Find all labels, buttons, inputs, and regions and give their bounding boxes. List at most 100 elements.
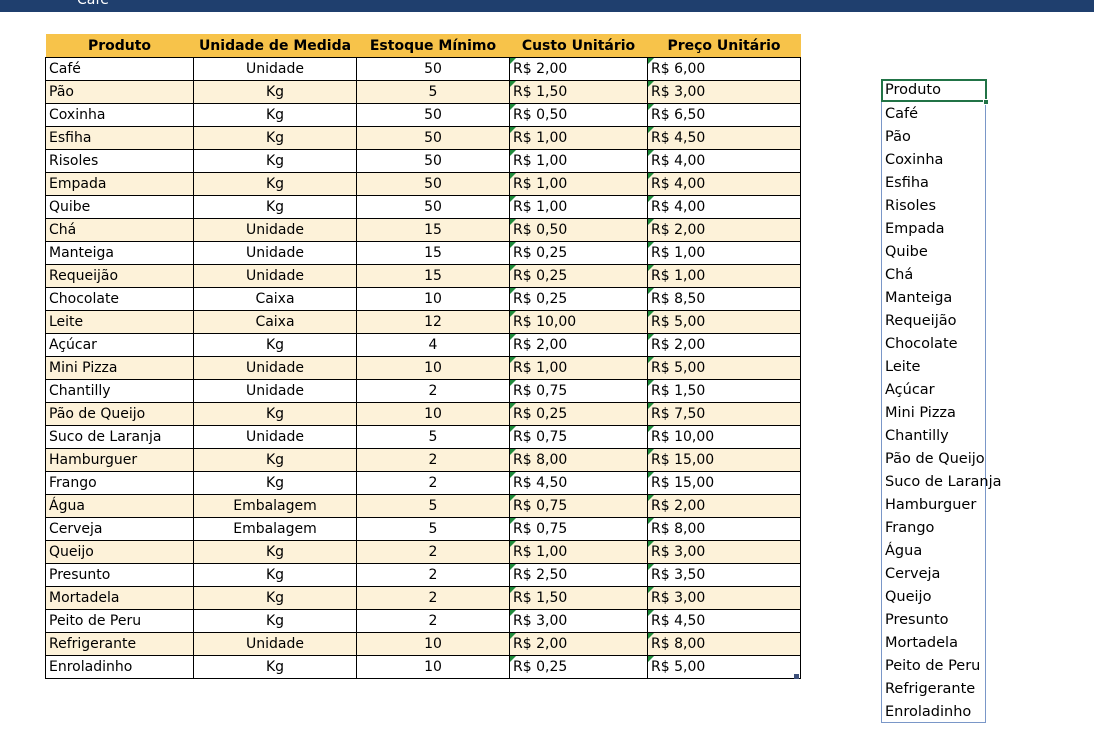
cell-preco[interactable]: R$ 5,00 — [647, 356, 801, 380]
list-item[interactable]: Chocolate — [885, 333, 958, 356]
cell-estoque[interactable]: 15 — [356, 218, 510, 242]
cell-estoque[interactable]: 50 — [356, 195, 510, 219]
cell-preco[interactable]: R$ 10,00 — [647, 425, 801, 449]
col-header-preco[interactable]: Preço Unitário — [647, 34, 801, 58]
cell-preco[interactable]: R$ 5,00 — [647, 655, 801, 679]
cell-estoque[interactable]: 2 — [356, 471, 510, 495]
list-item[interactable]: Chantilly — [885, 425, 949, 448]
cell-preco[interactable]: R$ 1,50 — [647, 379, 801, 403]
cell-unidade[interactable]: Unidade — [193, 632, 357, 656]
cell-custo[interactable]: R$ 1,50 — [509, 586, 648, 610]
cell-produto[interactable]: Mini Pizza — [45, 356, 194, 380]
cell-produto[interactable]: Leite — [45, 310, 194, 334]
cell-estoque[interactable]: 2 — [356, 563, 510, 587]
cell-custo[interactable]: R$ 0,50 — [509, 103, 648, 127]
cell-unidade[interactable]: Caixa — [193, 310, 357, 334]
cell-produto[interactable]: Hamburguer — [45, 448, 194, 472]
cell-custo[interactable]: R$ 0,25 — [509, 402, 648, 426]
cell-preco[interactable]: R$ 7,50 — [647, 402, 801, 426]
col-header-estoque[interactable]: Estoque Mínimo — [356, 34, 510, 58]
cell-estoque[interactable]: 5 — [356, 494, 510, 518]
cell-produto[interactable]: Refrigerante — [45, 632, 194, 656]
cell-estoque[interactable]: 15 — [356, 241, 510, 265]
cell-unidade[interactable]: Kg — [193, 103, 357, 127]
cell-preco[interactable]: R$ 2,00 — [647, 494, 801, 518]
cell-estoque[interactable]: 50 — [356, 172, 510, 196]
list-item[interactable]: Enroladinho — [885, 701, 971, 724]
cell-unidade[interactable]: Kg — [193, 80, 357, 104]
cell-custo[interactable]: R$ 4,50 — [509, 471, 648, 495]
cell-preco[interactable]: R$ 3,00 — [647, 80, 801, 104]
cell-unidade[interactable]: Kg — [193, 540, 357, 564]
cell-unidade[interactable]: Kg — [193, 448, 357, 472]
cell-estoque[interactable]: 10 — [356, 402, 510, 426]
list-item[interactable]: Pão de Queijo — [885, 448, 985, 471]
cell-produto[interactable]: Peito de Peru — [45, 609, 194, 633]
cell-preco[interactable]: R$ 6,50 — [647, 103, 801, 127]
cell-estoque[interactable]: 12 — [356, 310, 510, 334]
cell-preco[interactable]: R$ 8,00 — [647, 632, 801, 656]
cell-estoque[interactable]: 2 — [356, 379, 510, 403]
cell-produto[interactable]: Esfiha — [45, 126, 194, 150]
list-item[interactable]: Chá — [885, 264, 913, 287]
cell-custo[interactable]: R$ 0,25 — [509, 655, 648, 679]
list-item[interactable]: Risoles — [885, 195, 936, 218]
cell-custo[interactable]: R$ 8,00 — [509, 448, 648, 472]
cell-unidade[interactable]: Kg — [193, 333, 357, 357]
cell-produto[interactable]: Pão de Queijo — [45, 402, 194, 426]
list-item[interactable]: Esfiha — [885, 172, 929, 195]
cell-unidade[interactable]: Unidade — [193, 425, 357, 449]
list-item[interactable]: Empada — [885, 218, 944, 241]
cell-preco[interactable]: R$ 4,00 — [647, 195, 801, 219]
cell-produto[interactable]: Café — [45, 57, 194, 81]
cell-preco[interactable]: R$ 1,00 — [647, 241, 801, 265]
cell-preco[interactable]: R$ 4,50 — [647, 126, 801, 150]
cell-unidade[interactable]: Kg — [193, 471, 357, 495]
cell-produto[interactable]: Empada — [45, 172, 194, 196]
list-item[interactable]: Requeijão — [885, 310, 956, 333]
cell-unidade[interactable]: Unidade — [193, 356, 357, 380]
cell-preco[interactable]: R$ 4,50 — [647, 609, 801, 633]
cell-estoque[interactable]: 5 — [356, 425, 510, 449]
cell-unidade[interactable]: Unidade — [193, 57, 357, 81]
cell-preco[interactable]: R$ 8,50 — [647, 287, 801, 311]
col-header-custo[interactable]: Custo Unitário — [509, 34, 648, 58]
cell-estoque[interactable]: 15 — [356, 264, 510, 288]
cell-unidade[interactable]: Kg — [193, 149, 357, 173]
cell-custo[interactable]: R$ 2,50 — [509, 563, 648, 587]
cell-preco[interactable]: R$ 6,00 — [647, 57, 801, 81]
cell-custo[interactable]: R$ 0,25 — [509, 287, 648, 311]
cell-produto[interactable]: Queijo — [45, 540, 194, 564]
cell-unidade[interactable]: Kg — [193, 586, 357, 610]
cell-produto[interactable]: Açúcar — [45, 333, 194, 357]
cell-produto[interactable]: Enroladinho — [45, 655, 194, 679]
cell-custo[interactable]: R$ 1,00 — [509, 540, 648, 564]
col-header-produto[interactable]: Produto — [45, 34, 194, 58]
cell-estoque[interactable]: 10 — [356, 287, 510, 311]
cell-produto[interactable]: Cerveja — [45, 517, 194, 541]
cell-preco[interactable]: R$ 4,00 — [647, 172, 801, 196]
list-item[interactable]: Cerveja — [885, 563, 940, 586]
cell-custo[interactable]: R$ 0,75 — [509, 425, 648, 449]
list-item[interactable]: Mini Pizza — [885, 402, 956, 425]
cell-preco[interactable]: R$ 3,50 — [647, 563, 801, 587]
list-item[interactable]: Manteiga — [885, 287, 952, 310]
cell-preco[interactable]: R$ 4,00 — [647, 149, 801, 173]
cell-unidade[interactable]: Kg — [193, 563, 357, 587]
cell-preco[interactable]: R$ 15,00 — [647, 471, 801, 495]
cell-estoque[interactable]: 5 — [356, 517, 510, 541]
cell-custo[interactable]: R$ 1,00 — [509, 172, 648, 196]
cell-preco[interactable]: R$ 3,00 — [647, 586, 801, 610]
cell-estoque[interactable]: 2 — [356, 448, 510, 472]
list-item[interactable]: Hamburguer — [885, 494, 976, 517]
cell-custo[interactable]: R$ 3,00 — [509, 609, 648, 633]
cell-produto[interactable]: Requeijão — [45, 264, 194, 288]
cell-custo[interactable]: R$ 0,50 — [509, 218, 648, 242]
cell-produto[interactable]: Risoles — [45, 149, 194, 173]
cell-unidade[interactable]: Kg — [193, 195, 357, 219]
cell-custo[interactable]: R$ 0,75 — [509, 379, 648, 403]
cell-produto[interactable]: Chá — [45, 218, 194, 242]
list-item[interactable]: Água — [885, 540, 922, 563]
cell-preco[interactable]: R$ 15,00 — [647, 448, 801, 472]
cell-estoque[interactable]: 2 — [356, 586, 510, 610]
